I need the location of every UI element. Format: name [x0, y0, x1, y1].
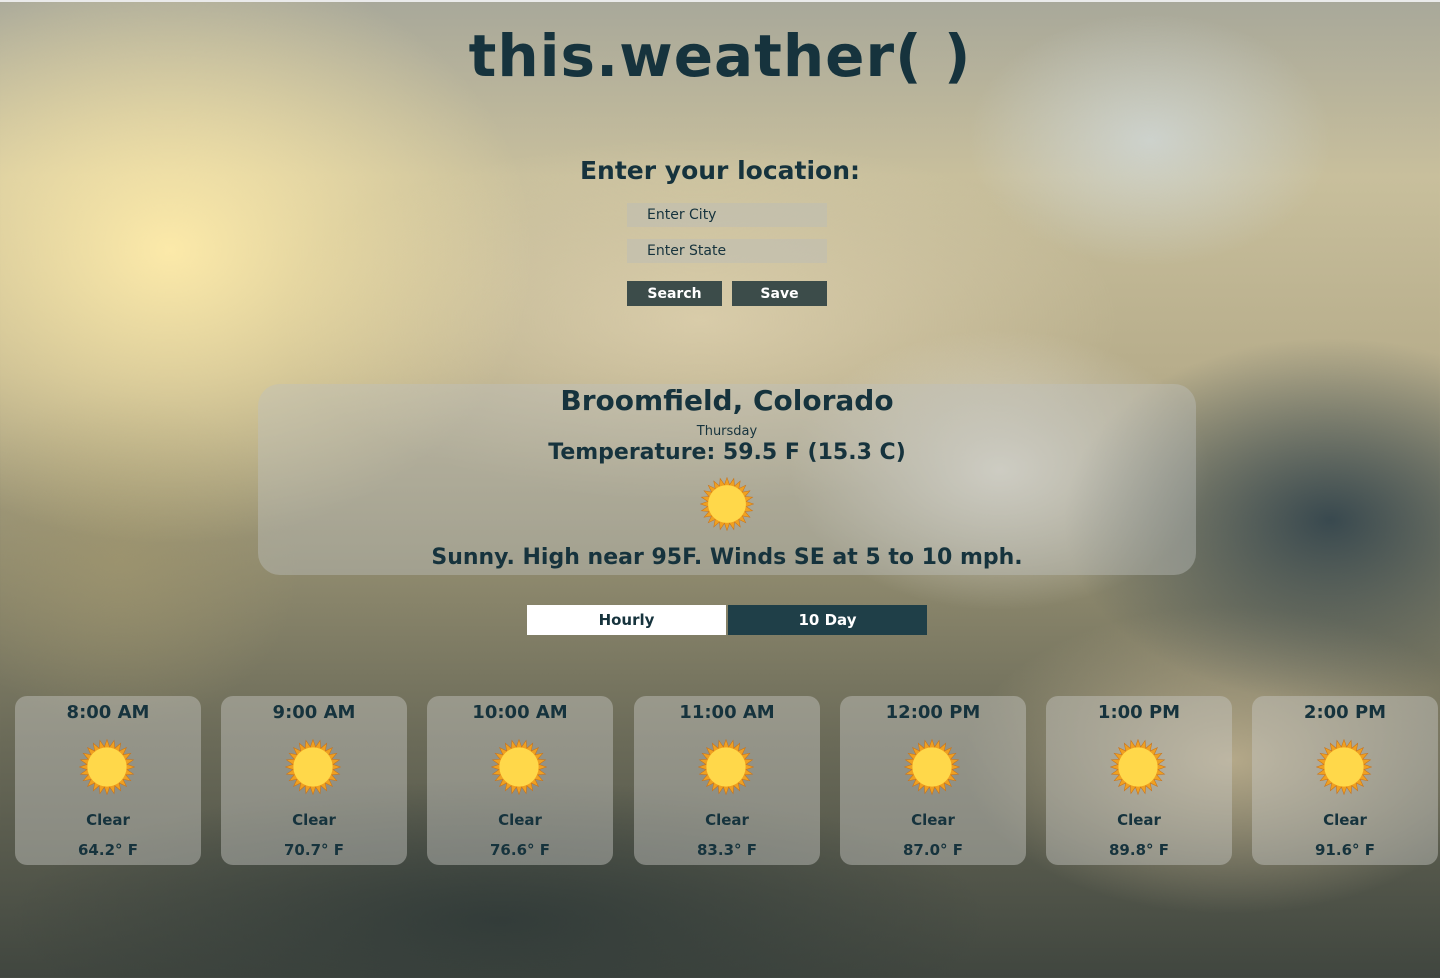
- sun-icon: [903, 738, 961, 796]
- hourly-temperature: 83.3° F: [697, 841, 757, 859]
- hourly-temperature: 70.7° F: [284, 841, 344, 859]
- sun-icon: [1315, 738, 1373, 796]
- save-button[interactable]: Save: [732, 281, 827, 306]
- current-day: Thursday: [696, 424, 758, 439]
- hourly-card: 12:00 PM Clear 87.0° F: [840, 696, 1026, 865]
- hourly-temperature: 76.6° F: [490, 841, 550, 859]
- hourly-condition: Clear: [292, 811, 336, 829]
- hourly-card: 1:00 PM Clear 89.8° F: [1046, 696, 1232, 865]
- hourly-temperature: 89.8° F: [1109, 841, 1169, 859]
- app-title: this.weather( ): [468, 22, 972, 90]
- location-prompt: Enter your location:: [579, 156, 861, 185]
- state-input[interactable]: [627, 239, 827, 263]
- hourly-condition: Clear: [1323, 811, 1367, 829]
- hourly-condition: Clear: [498, 811, 542, 829]
- hourly-card: 11:00 AM Clear 83.3° F: [634, 696, 820, 865]
- hourly-condition: Clear: [1117, 811, 1161, 829]
- hourly-card: 10:00 AM Clear 76.6° F: [427, 696, 613, 865]
- window-top-border: [0, 0, 1440, 2]
- hourly-time: 11:00 AM: [679, 702, 775, 723]
- city-input[interactable]: [627, 203, 827, 227]
- hourly-temperature: 87.0° F: [903, 841, 963, 859]
- sun-icon: [1109, 738, 1167, 796]
- tab-hourly[interactable]: Hourly: [527, 605, 726, 635]
- sun-icon: [284, 738, 342, 796]
- current-description: Sunny. High near 95F. Winds SE at 5 to 1…: [431, 545, 1023, 570]
- current-location: Broomfield, Colorado: [560, 384, 894, 417]
- hourly-condition: Clear: [86, 811, 130, 829]
- hourly-time: 2:00 PM: [1303, 702, 1387, 723]
- hourly-time: 12:00 PM: [885, 702, 981, 723]
- sun-icon: [78, 738, 136, 796]
- hourly-card: 8:00 AM Clear 64.2° F: [15, 696, 201, 865]
- current-temperature: Temperature: 59.5 F (15.3 C): [548, 440, 906, 465]
- sun-icon: [697, 738, 755, 796]
- hourly-temperature: 91.6° F: [1315, 841, 1375, 859]
- hourly-time: 10:00 AM: [472, 702, 568, 723]
- hourly-card: 9:00 AM Clear 70.7° F: [221, 696, 407, 865]
- hourly-temperature: 64.2° F: [78, 841, 138, 859]
- hourly-time: 9:00 AM: [272, 702, 356, 723]
- tab-10-day[interactable]: 10 Day: [728, 605, 927, 635]
- search-button[interactable]: Search: [627, 281, 722, 306]
- sun-icon: [490, 738, 548, 796]
- sun-icon: [699, 476, 755, 532]
- hourly-condition: Clear: [911, 811, 955, 829]
- hourly-condition: Clear: [705, 811, 749, 829]
- hourly-time: 8:00 AM: [66, 702, 150, 723]
- hourly-time: 1:00 PM: [1097, 702, 1181, 723]
- hourly-card: 2:00 PM Clear 91.6° F: [1252, 696, 1438, 865]
